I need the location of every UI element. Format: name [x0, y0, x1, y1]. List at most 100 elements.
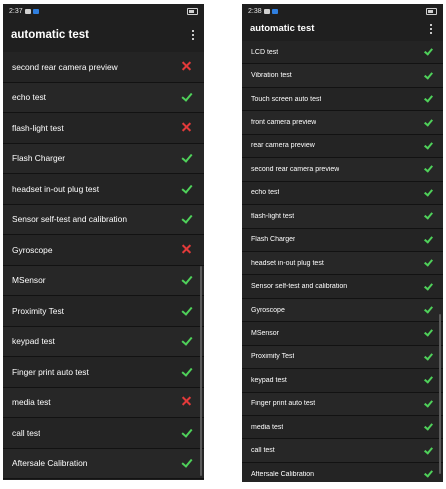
list-item[interactable]: Flash Charger: [3, 143, 204, 174]
cross-icon: [182, 62, 192, 72]
list-item-label: second rear camera preview: [12, 61, 118, 72]
notification-icon: [24, 8, 31, 14]
page-title: automatic test: [11, 29, 89, 41]
overflow-menu-icon[interactable]: [427, 22, 435, 36]
list-item[interactable]: flash-light test: [242, 205, 443, 229]
list-item[interactable]: Proximity Test: [242, 345, 443, 370]
list-item-label: Aftersale Calibration: [12, 458, 88, 469]
checkmark-icon: [424, 353, 433, 361]
screen-right: 2:38 automatic test LCD test Vibration te…: [242, 4, 443, 482]
checkmark-icon: [182, 275, 192, 285]
scrollbar[interactable]: [439, 314, 441, 474]
checkmark-icon: [424, 189, 433, 197]
list-item-label: Flash Charger: [12, 153, 66, 164]
list-item[interactable]: MSensor: [242, 322, 443, 346]
list-item-label: Gyroscope: [251, 306, 285, 314]
list-item-label: media test: [12, 397, 51, 408]
list-item-label: Aftersale Calibration: [251, 470, 315, 478]
list-item[interactable]: media test: [3, 387, 204, 418]
checkmark-icon: [424, 400, 433, 408]
cross-icon: [182, 245, 192, 255]
checkmark-icon: [424, 447, 433, 455]
app-bar: automatic test: [242, 18, 443, 39]
overflow-menu-icon[interactable]: [189, 28, 197, 42]
list-item[interactable]: rear camera preview: [242, 134, 443, 159]
battery-icon: [187, 7, 198, 15]
list-item-label: media test: [251, 423, 284, 431]
list-item-label: echo test: [12, 92, 46, 103]
checkmark-icon: [424, 376, 433, 384]
list-item[interactable]: Proximity Test: [3, 296, 204, 327]
list-item[interactable]: Gyroscope: [242, 298, 443, 323]
list-item[interactable]: Sensor self-test and calibration: [242, 275, 443, 299]
battery-icon: [426, 7, 437, 15]
checkmark-icon: [424, 95, 433, 103]
list-item[interactable]: second rear camera preview: [3, 52, 204, 83]
list-item[interactable]: Gyroscope: [3, 235, 204, 266]
status-time: 2:38: [248, 7, 262, 15]
list-item[interactable]: call test: [242, 439, 443, 463]
list-item[interactable]: headset in-out plug test: [242, 251, 443, 276]
screen-left: 2:37 automatic test second rear camera p…: [3, 4, 204, 480]
list-item-label: LCD test: [251, 48, 279, 56]
list-item[interactable]: Vibration test: [242, 64, 443, 88]
app-notification-icon: [271, 8, 278, 14]
list-item[interactable]: echo test: [3, 82, 204, 113]
list-item[interactable]: Sensor self-test and calibration: [3, 204, 204, 235]
list-item[interactable]: media test: [242, 416, 443, 440]
list-item-label: Flash Charger: [251, 236, 296, 244]
checkmark-icon: [424, 423, 433, 431]
list-item[interactable]: Aftersale Calibration: [242, 462, 443, 482]
app-notification-icon: [32, 8, 39, 14]
scrollbar[interactable]: [200, 266, 202, 476]
list-item[interactable]: Finger print auto test: [3, 357, 204, 388]
list-item[interactable]: keypad test: [3, 326, 204, 357]
list-item-label: rear camera preview: [251, 142, 315, 150]
checkmark-icon: [424, 48, 433, 56]
list-item-label: front camera preview: [251, 119, 317, 127]
list-item[interactable]: Flash Charger: [242, 228, 443, 252]
checkmark-icon: [182, 92, 192, 102]
checkmark-icon: [424, 283, 433, 291]
list-item-label: Proximity Test: [251, 353, 295, 361]
page-title: automatic test: [250, 23, 315, 34]
list-item-label: Sensor self-test and calibration: [12, 214, 127, 225]
list-item[interactable]: second rear camera preview: [242, 158, 443, 182]
list-item[interactable]: LCD test: [242, 41, 443, 65]
list-item-label: Finger print auto test: [251, 400, 316, 408]
checkmark-icon: [182, 458, 192, 468]
list-item[interactable]: headset in-out plug test: [3, 174, 204, 205]
status-bar: 2:38: [242, 4, 443, 18]
cross-icon: [182, 123, 192, 133]
list-item-label: MSensor: [251, 329, 280, 337]
list-item-label: keypad test: [251, 376, 287, 384]
list-item[interactable]: front camera preview: [242, 111, 443, 135]
list-item[interactable]: echo test: [242, 181, 443, 206]
list-item-label: Proximity Test: [12, 305, 64, 316]
checkmark-icon: [424, 165, 433, 173]
list-item-label: headset in-out plug test: [12, 183, 100, 194]
test-list: second rear camera preview echo test flash…: [3, 52, 204, 479]
list-item-label: headset in-out plug test: [251, 259, 324, 267]
list-item-label: call test: [251, 447, 275, 455]
list-item[interactable]: Finger print auto test: [242, 392, 443, 416]
checkmark-icon: [182, 153, 192, 163]
list-item[interactable]: Aftersale Calibration: [3, 448, 204, 479]
checkmark-icon: [424, 72, 433, 80]
list-item[interactable]: flash-light test: [3, 113, 204, 144]
list-item[interactable]: Touch screen auto test: [242, 87, 443, 112]
checkmark-icon: [182, 306, 192, 316]
checkmark-icon: [424, 142, 433, 150]
notification-icon: [263, 8, 270, 14]
test-list: LCD test Vibration test Touch screen auto …: [242, 41, 443, 482]
list-item[interactable]: keypad test: [242, 369, 443, 393]
checkmark-icon: [182, 367, 192, 377]
checkmark-icon: [424, 236, 433, 244]
checkmark-icon: [424, 212, 433, 220]
list-item-label: call test: [12, 427, 41, 438]
list-item[interactable]: call test: [3, 418, 204, 449]
list-item[interactable]: MSensor: [3, 265, 204, 296]
list-item-label: flash-light test: [251, 212, 295, 220]
checkmark-icon: [182, 336, 192, 346]
cross-icon: [182, 397, 192, 407]
